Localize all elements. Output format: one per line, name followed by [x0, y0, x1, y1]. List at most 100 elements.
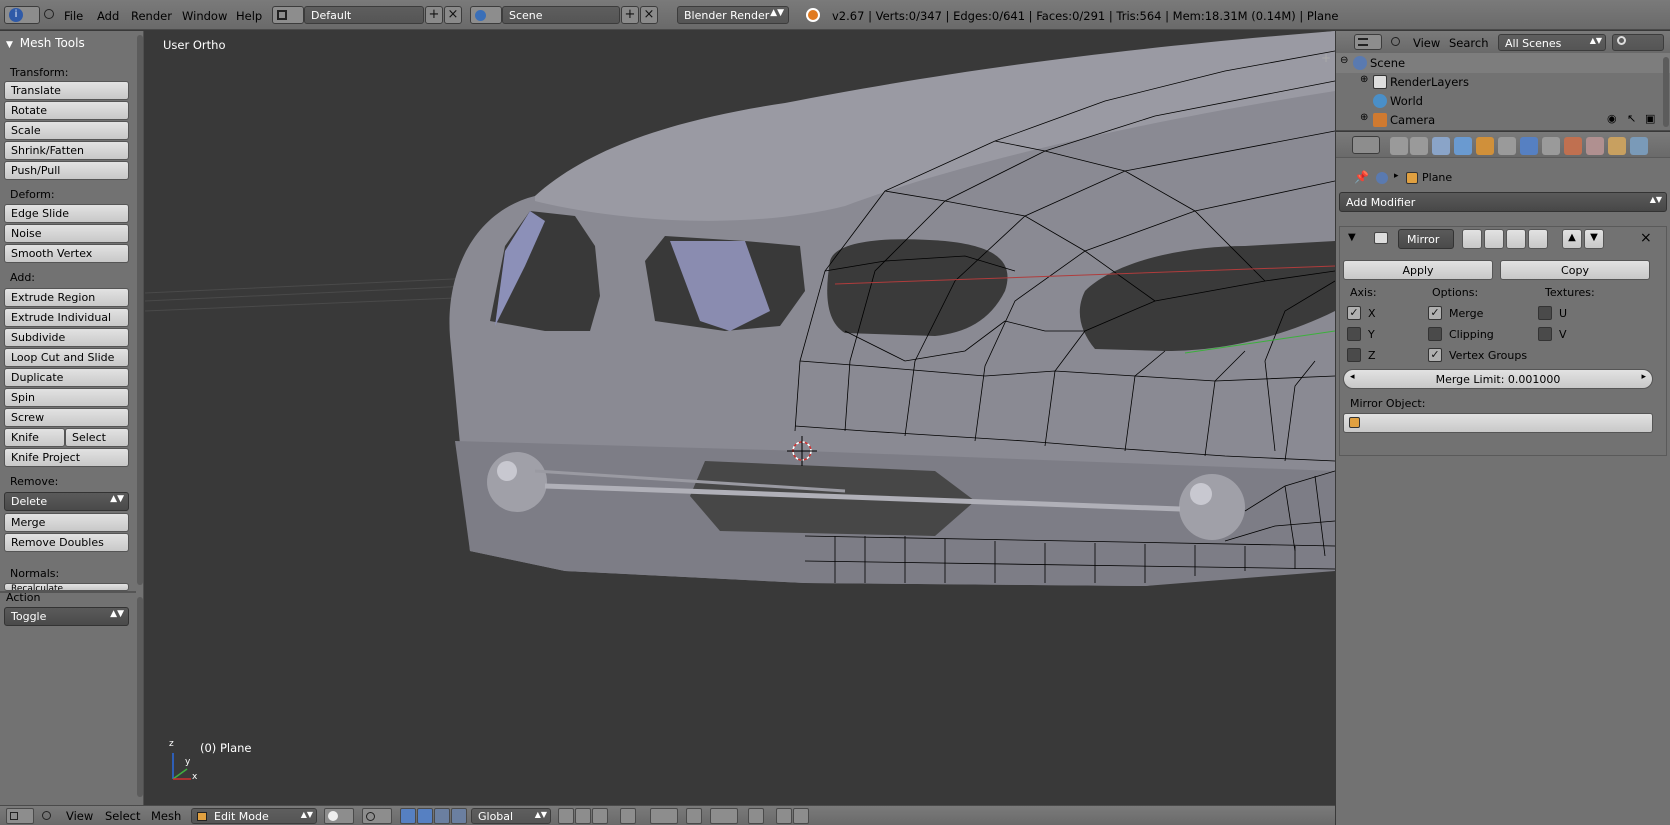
3d-viewport[interactable]: User Ortho (0) Plane z y x + — [145, 31, 1335, 805]
visibility-eye-icon[interactable]: ◉ — [1607, 112, 1617, 125]
action-dropdown[interactable]: Toggle ▲▼ — [4, 607, 129, 626]
toolshelf-scrollbar[interactable] — [137, 35, 143, 585]
knife-button[interactable]: Knife — [4, 428, 65, 447]
recalculate-button[interactable]: Recalculate — [4, 583, 129, 591]
mode-dropdown[interactable]: Edit Mode ▲▼ — [191, 808, 317, 824]
vertex-groups-checkbox[interactable]: ✓ — [1428, 348, 1442, 362]
renderability-camera-icon[interactable]: ▣ — [1645, 112, 1655, 125]
remove-doubles-button[interactable]: Remove Doubles — [4, 533, 129, 552]
knife-select-button[interactable]: Select — [65, 428, 129, 447]
apply-button[interactable]: Apply — [1343, 260, 1493, 280]
mesh-tools-panel-header[interactable]: ▼ Mesh Tools — [0, 33, 128, 55]
knife-project-button[interactable]: Knife Project — [4, 448, 129, 467]
collapse-menu-icon[interactable] — [1391, 37, 1400, 46]
render-engine-dropdown[interactable]: Blender Render ▲▼ — [677, 6, 789, 24]
menu-file[interactable]: File — [64, 9, 83, 23]
smooth-vertex-button[interactable]: Smooth Vertex — [4, 244, 129, 263]
rotate-manipulator-icon[interactable] — [434, 808, 450, 824]
menu-render[interactable]: Render — [131, 9, 172, 23]
texture-u-checkbox[interactable] — [1538, 306, 1552, 320]
editor-type-outliner-button[interactable] — [1354, 34, 1382, 50]
pivot-point-dropdown[interactable] — [362, 808, 392, 824]
outliner-scrollbar[interactable] — [1663, 57, 1669, 127]
remove-scene-icon[interactable]: × — [640, 6, 658, 24]
occlude-geometry-icon[interactable] — [620, 808, 636, 824]
outliner-row-camera[interactable]: ⊕ Camera ◉ ↖ ▣ — [1336, 110, 1670, 130]
modifier-name-field[interactable]: Mirror — [1398, 229, 1454, 249]
editor-type-3d-view-button[interactable] — [6, 808, 34, 824]
collapse-menu-icon[interactable] — [42, 811, 51, 820]
copy-button[interactable]: Copy — [1500, 260, 1650, 280]
edge-slide-button[interactable]: Edge Slide — [4, 204, 129, 223]
tab-scene-icon[interactable] — [1432, 137, 1450, 155]
opengl-render-icon[interactable] — [748, 808, 764, 824]
editor-type-properties-button[interactable] — [1352, 136, 1380, 154]
menu-add[interactable]: Add — [97, 9, 119, 23]
show-in-viewport-icon[interactable] — [1484, 229, 1504, 249]
collapse-toggle-icon[interactable]: ⊖ — [1340, 55, 1348, 66]
outliner-search-field[interactable] — [1612, 34, 1664, 51]
scene-selector[interactable] — [470, 6, 502, 24]
tab-constraints-icon[interactable] — [1498, 137, 1516, 155]
tab-material-icon[interactable] — [1564, 137, 1582, 155]
display-filter-dropdown[interactable]: All Scenes ▲▼ — [1498, 34, 1606, 51]
push-pull-button[interactable]: Push/Pull — [4, 161, 129, 180]
duplicate-button[interactable]: Duplicate — [4, 368, 129, 387]
outliner-menu-search[interactable]: Search — [1449, 36, 1489, 50]
mirror-object-field[interactable] — [1343, 413, 1653, 433]
remove-screen-icon[interactable]: × — [444, 6, 462, 24]
remove-modifier-icon[interactable]: × — [1640, 230, 1652, 246]
axis-z-checkbox[interactable] — [1347, 348, 1361, 362]
menu-window[interactable]: Window — [182, 9, 227, 23]
show-in-editmode-icon[interactable] — [1506, 229, 1526, 249]
tab-world-icon[interactable] — [1454, 137, 1472, 155]
transform-orientation-dropdown[interactable]: Global ▲▼ — [471, 808, 551, 824]
snap-toggle-icon[interactable] — [686, 808, 702, 824]
selectability-cursor-icon[interactable]: ↖ — [1627, 112, 1636, 125]
proportional-editing-dropdown[interactable] — [650, 808, 678, 824]
loop-cut-and-slide-button[interactable]: Loop Cut and Slide — [4, 348, 129, 367]
manipulator-toggle-icon[interactable] — [400, 808, 416, 824]
spin-button[interactable]: Spin — [4, 388, 129, 407]
tab-modifiers-icon[interactable] — [1520, 137, 1538, 155]
screen-layout-field[interactable]: Default — [304, 6, 424, 24]
viewport-split-handle-icon[interactable]: + — [1321, 51, 1331, 65]
clipping-checkbox[interactable] — [1428, 327, 1442, 341]
outliner-menu-view[interactable]: View — [1413, 36, 1440, 50]
scale-manipulator-icon[interactable] — [451, 808, 467, 824]
tab-render-layers-icon[interactable] — [1410, 137, 1428, 155]
axis-y-checkbox[interactable] — [1347, 327, 1361, 341]
axis-x-checkbox[interactable]: ✓ — [1347, 306, 1361, 320]
tab-render-icon[interactable] — [1390, 137, 1408, 155]
tab-object-icon[interactable] — [1476, 137, 1494, 155]
outliner-row-scene[interactable]: ⊖ Scene — [1336, 53, 1670, 73]
tab-particles-icon[interactable] — [1608, 137, 1626, 155]
tab-data-icon[interactable] — [1542, 137, 1560, 155]
extrude-region-button[interactable]: Extrude Region — [4, 288, 129, 307]
noise-button[interactable]: Noise — [4, 224, 129, 243]
texture-v-checkbox[interactable] — [1538, 327, 1552, 341]
move-down-icon[interactable]: ▼ — [1584, 229, 1604, 249]
translate-button[interactable]: Translate — [4, 81, 129, 100]
merge-button[interactable]: Merge — [4, 513, 129, 532]
expand-toggle-icon[interactable]: ⊕ — [1360, 112, 1368, 123]
menu-help[interactable]: Help — [236, 9, 262, 23]
screen-layout-selector[interactable] — [272, 6, 304, 24]
snap-element-dropdown[interactable] — [710, 808, 738, 824]
add-modifier-dropdown[interactable]: Add Modifier ▲▼ — [1339, 192, 1667, 212]
expand-toggle-icon[interactable]: ⊕ — [1360, 74, 1368, 85]
panel-collapse-icon[interactable]: ▼ — [1348, 232, 1356, 243]
scene-field[interactable]: Scene — [502, 6, 620, 24]
menu-view[interactable]: View — [66, 809, 93, 823]
show-on-cage-icon[interactable] — [1528, 229, 1548, 249]
menu-mesh[interactable]: Mesh — [151, 809, 181, 823]
move-up-icon[interactable]: ▲ — [1562, 229, 1582, 249]
face-select-icon[interactable] — [592, 808, 608, 824]
merge-checkbox[interactable]: ✓ — [1428, 306, 1442, 320]
outliner-row-world[interactable]: World — [1336, 91, 1670, 111]
rotate-button[interactable]: Rotate — [4, 101, 129, 120]
render-animation-icon[interactable] — [776, 808, 792, 824]
extrude-individual-button[interactable]: Extrude Individual — [4, 308, 129, 327]
operator-scrollbar[interactable] — [137, 597, 143, 797]
translate-manipulator-icon[interactable] — [417, 808, 433, 824]
